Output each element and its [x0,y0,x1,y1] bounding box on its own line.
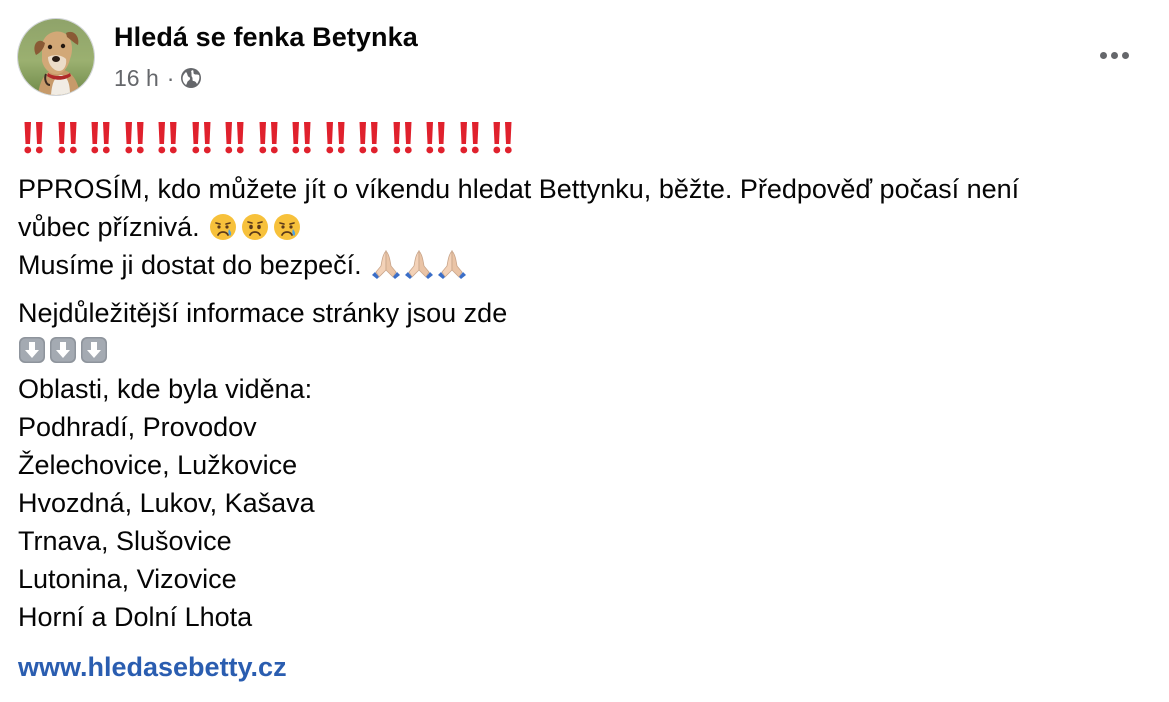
message-line-2: vůbec příznivá. [18,208,1158,246]
down-arrow-icon [49,336,80,364]
message-line-3: Musíme ji dostat do bezpečí. [18,246,1158,284]
area-item: Podhradí, Provodov [18,412,257,442]
down-arrows-line [18,332,1158,370]
double-exclamation-icon [424,120,449,156]
alert-emoji-row [22,118,525,158]
website-link[interactable]: www.hledasebetty.cz [18,652,287,683]
folded-hands-icon [403,248,436,280]
message-line-2-text: vůbec příznivá. [18,212,200,242]
area-item: Trnava, Slušovice [18,526,232,556]
double-exclamation-icon [123,120,148,156]
double-exclamation-icon [22,120,47,156]
folded-hands-icon [436,248,469,280]
more-dot [1121,51,1129,59]
double-exclamation-icon [391,120,416,156]
double-exclamation-icon [223,120,248,156]
page-avatar[interactable] [17,18,95,96]
double-exclamation-icon [257,120,282,156]
down-arrow-group [18,336,111,364]
info-heading: Nejdůležitější informace stránky jsou zd… [18,298,508,328]
crying-face-icon [209,214,236,240]
double-exclamation-icon [290,120,315,156]
post-meta: 16 h · [114,64,202,92]
double-exclamation-icon [156,120,181,156]
meta-separator: · [166,64,175,91]
double-exclamation-icon [324,120,349,156]
sad-tear-face-icon [241,214,268,240]
area-item: Želechovice, Lužkovice [18,450,298,480]
post-body: PPROSÍM, kdo můžete jít o víkendu hledat… [18,170,1158,636]
double-exclamation-icon [491,120,516,156]
crying-face-icon [273,214,300,240]
message-line-3-text: Musíme ji dostat do bezpečí. [18,250,362,280]
down-arrow-icon [80,336,111,364]
message-line-1: PPROSÍM, kdo můžete jít o víkendu hledat… [18,174,1020,204]
double-exclamation-icon [357,120,382,156]
more-options-icon[interactable] [1092,40,1136,70]
folded-hands-group [370,248,469,280]
double-exclamation-icon [458,120,483,156]
globe-icon[interactable] [180,67,202,89]
crying-emoji-group [208,212,304,242]
double-exclamation-icon [56,120,81,156]
more-dot [1099,51,1107,59]
area-item: Horní a Dolní Lhota [18,602,253,632]
page-name[interactable]: Hledá se fenka Betynka [114,22,418,53]
area-item: Hvozdná, Lukov, Kašava [18,488,315,518]
more-dot [1110,51,1118,59]
message-paragraph: PPROSÍM, kdo můžete jít o víkendu hledat… [18,170,1158,284]
down-arrow-icon [18,336,49,364]
double-exclamation-icon [89,120,114,156]
areas-heading: Oblasti, kde byla viděna: [18,374,313,404]
double-exclamation-icon [190,120,215,156]
folded-hands-icon [370,248,403,280]
info-paragraph: Nejdůležitější informace stránky jsou zd… [18,294,1158,636]
post-time[interactable]: 16 h [114,65,159,92]
area-item: Lutonina, Vizovice [18,564,237,594]
post-card: Hledá se fenka Betynka 16 h · PPROSÍM, k… [0,0,1169,702]
